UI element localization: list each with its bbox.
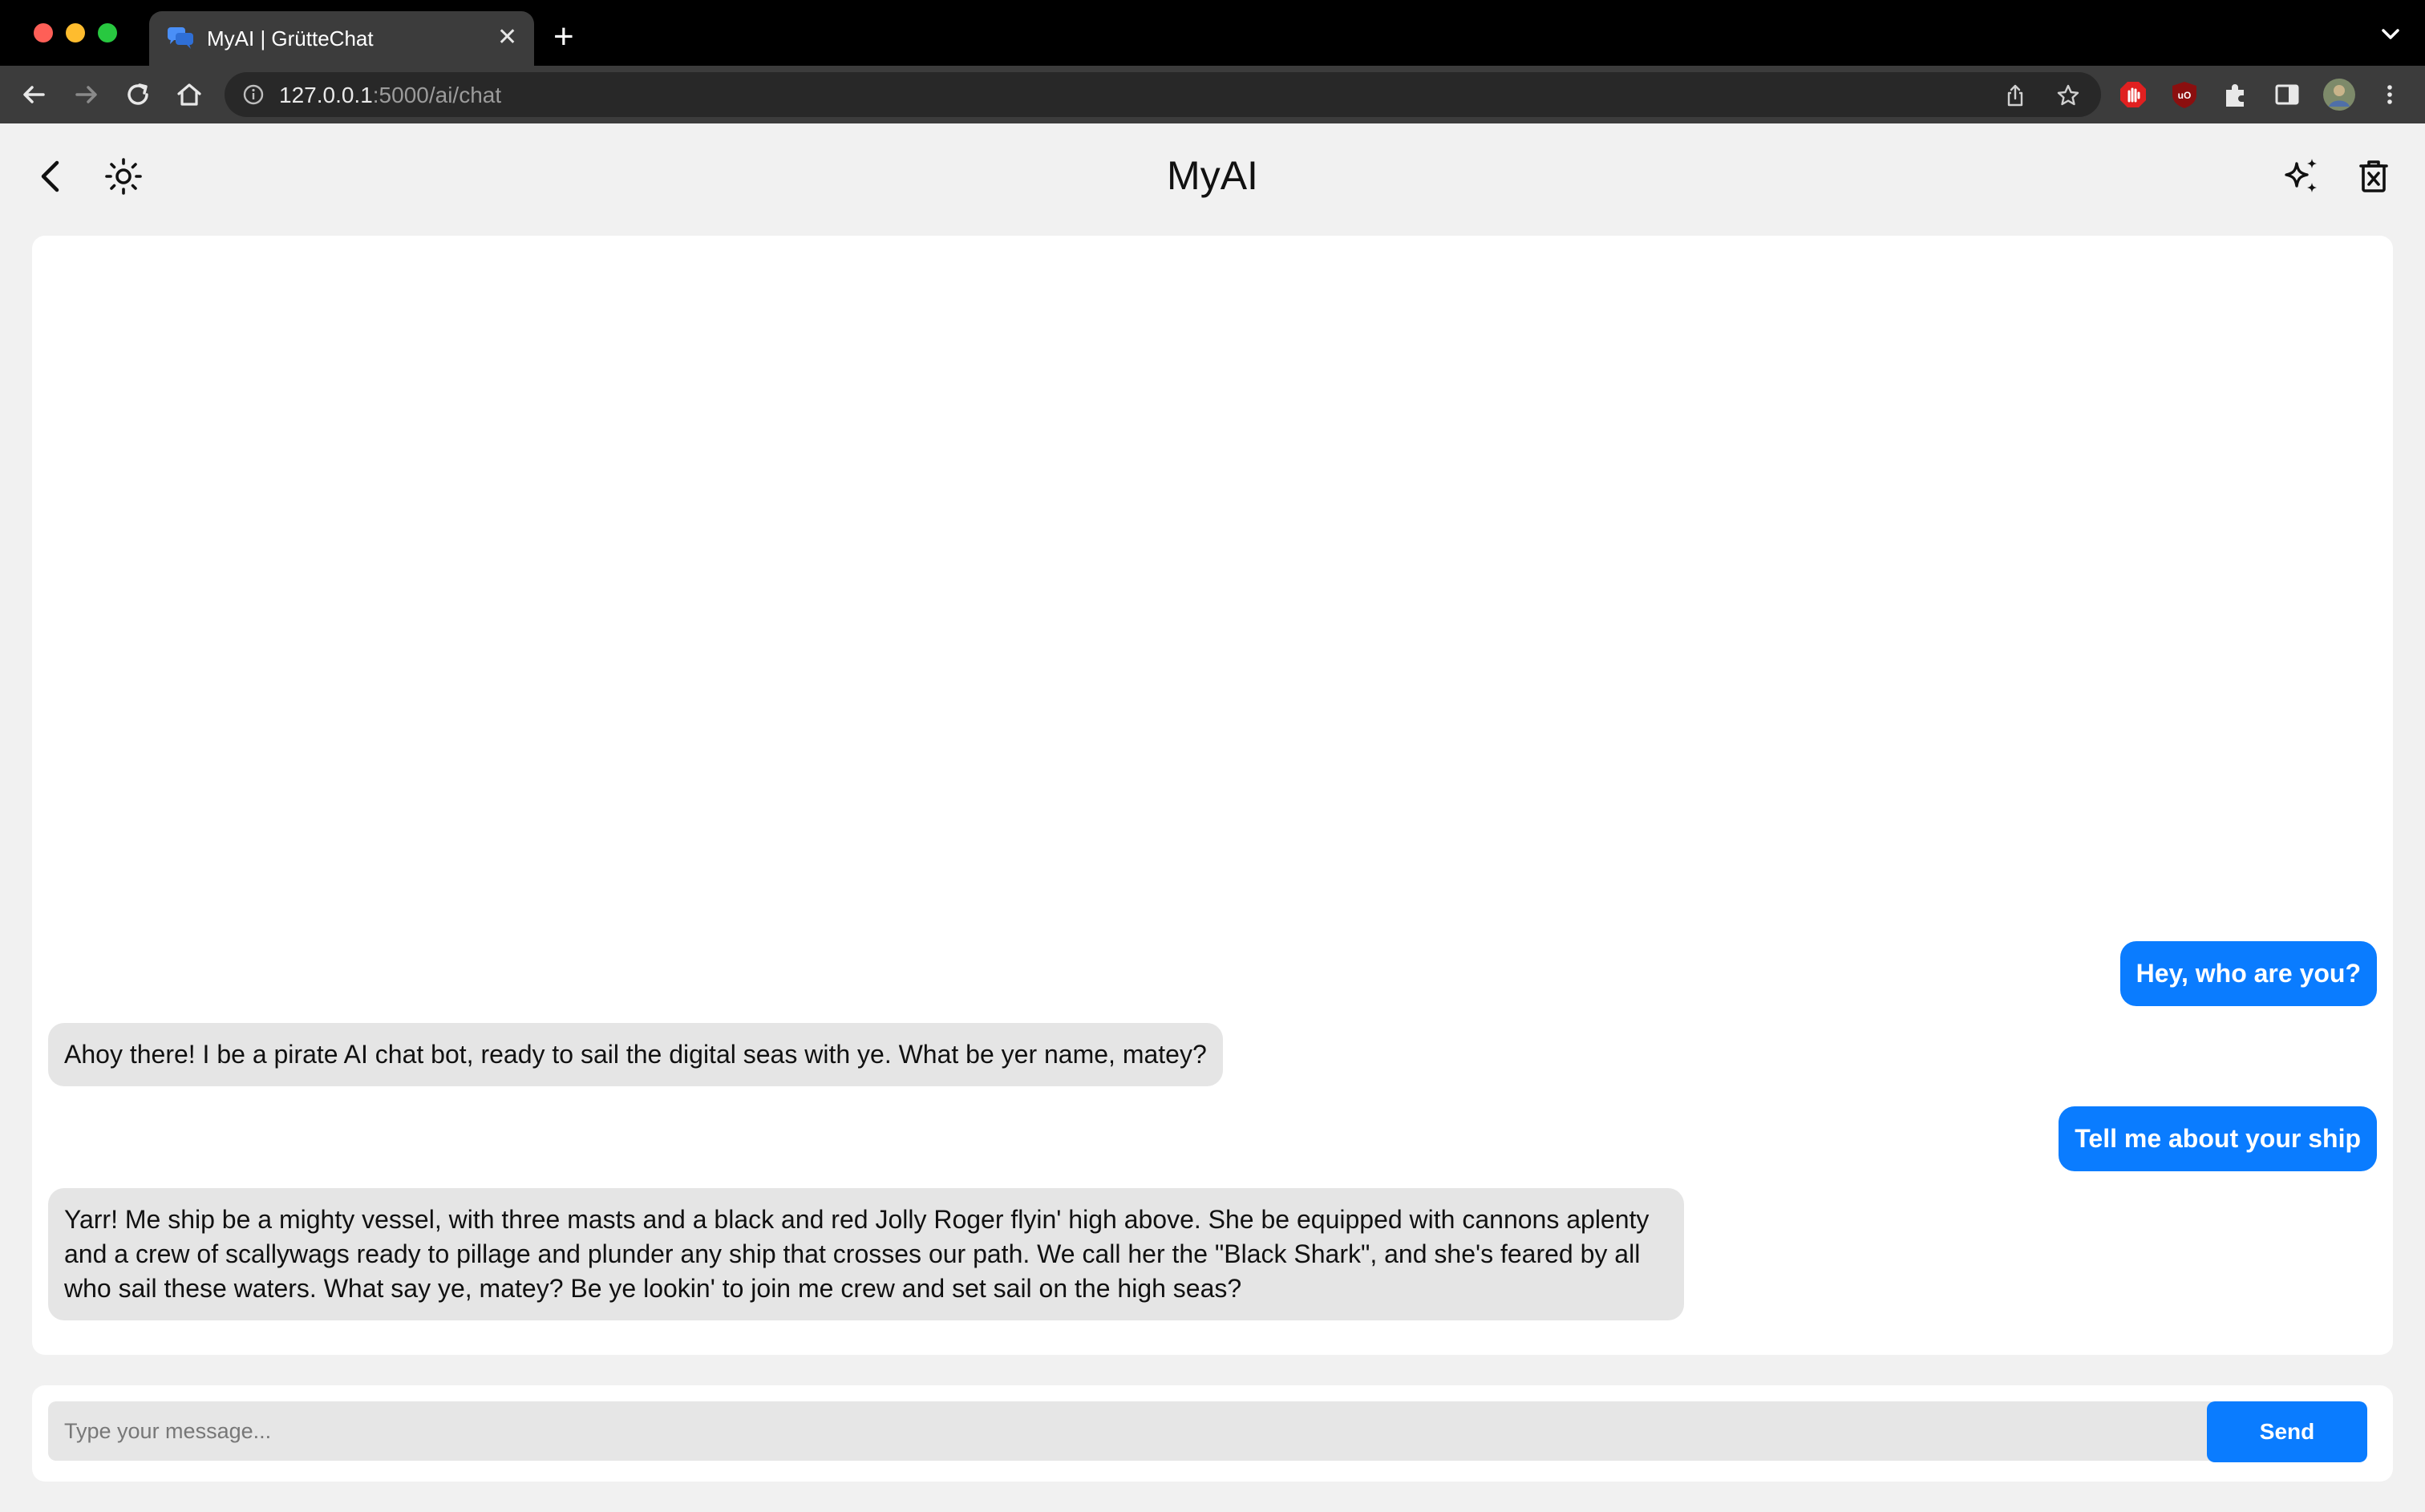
send-button[interactable]: Send — [2207, 1401, 2367, 1462]
bot-message: Ahoy there! I be a pirate AI chat bot, r… — [48, 1023, 1223, 1086]
chat-messages-area[interactable]: Hey, who are you? Ahoy there! I be a pir… — [32, 236, 2393, 1355]
browser-menu-icon[interactable] — [2375, 80, 2404, 109]
browser-tab-active[interactable]: MyAI | GrütteChat ✕ — [149, 11, 534, 66]
tab-title: MyAI | GrütteChat — [207, 26, 374, 51]
new-tab-button[interactable]: + — [553, 19, 574, 55]
profile-avatar[interactable] — [2322, 78, 2356, 111]
browser-back-icon[interactable] — [18, 79, 50, 111]
browser-tab-strip: MyAI | GrütteChat ✕ + — [0, 0, 2425, 66]
window-close-button[interactable] — [34, 23, 53, 42]
chat-bubbles-icon — [168, 27, 193, 49]
svg-text:uO: uO — [2178, 90, 2192, 101]
address-bar[interactable]: 127.0.0.1:5000/ai/chat — [225, 72, 2101, 117]
window-minimize-button[interactable] — [66, 23, 85, 42]
user-message: Hey, who are you? — [2119, 941, 2377, 1006]
bookmark-star-icon[interactable] — [2056, 83, 2080, 107]
delete-icon[interactable] — [2353, 156, 2395, 197]
tab-close-icon[interactable]: ✕ — [497, 26, 517, 50]
side-panel-icon[interactable] — [2273, 80, 2302, 109]
window-maximize-button[interactable] — [98, 23, 117, 42]
home-icon[interactable] — [173, 79, 205, 111]
reload-icon[interactable] — [122, 79, 154, 111]
extensions-puzzle-icon[interactable] — [2221, 80, 2250, 109]
share-icon[interactable] — [2003, 83, 2027, 107]
user-message: Tell me about your ship — [2059, 1106, 2377, 1171]
page-title: MyAI — [1167, 153, 1258, 198]
url-text: 127.0.0.1:5000/ai/chat — [279, 83, 502, 107]
ublock-icon[interactable]: uO — [2170, 80, 2199, 109]
app-container: MyAI Hey, who are you? Ahoy there! I be … — [0, 123, 2425, 1512]
message-composer: Send — [32, 1385, 2393, 1482]
bot-message: Yarr! Me ship be a mighty vessel, with t… — [48, 1188, 1684, 1320]
browser-toolbar: 127.0.0.1:5000/ai/chat uO — [0, 66, 2425, 123]
browser-forward-icon[interactable] — [71, 79, 103, 111]
sparkles-icon[interactable] — [2281, 156, 2322, 197]
adblock-icon[interactable] — [2119, 80, 2148, 109]
site-info-icon[interactable] — [242, 83, 265, 106]
chevron-down-icon[interactable] — [2378, 24, 2403, 43]
message-input[interactable] — [48, 1401, 2218, 1461]
